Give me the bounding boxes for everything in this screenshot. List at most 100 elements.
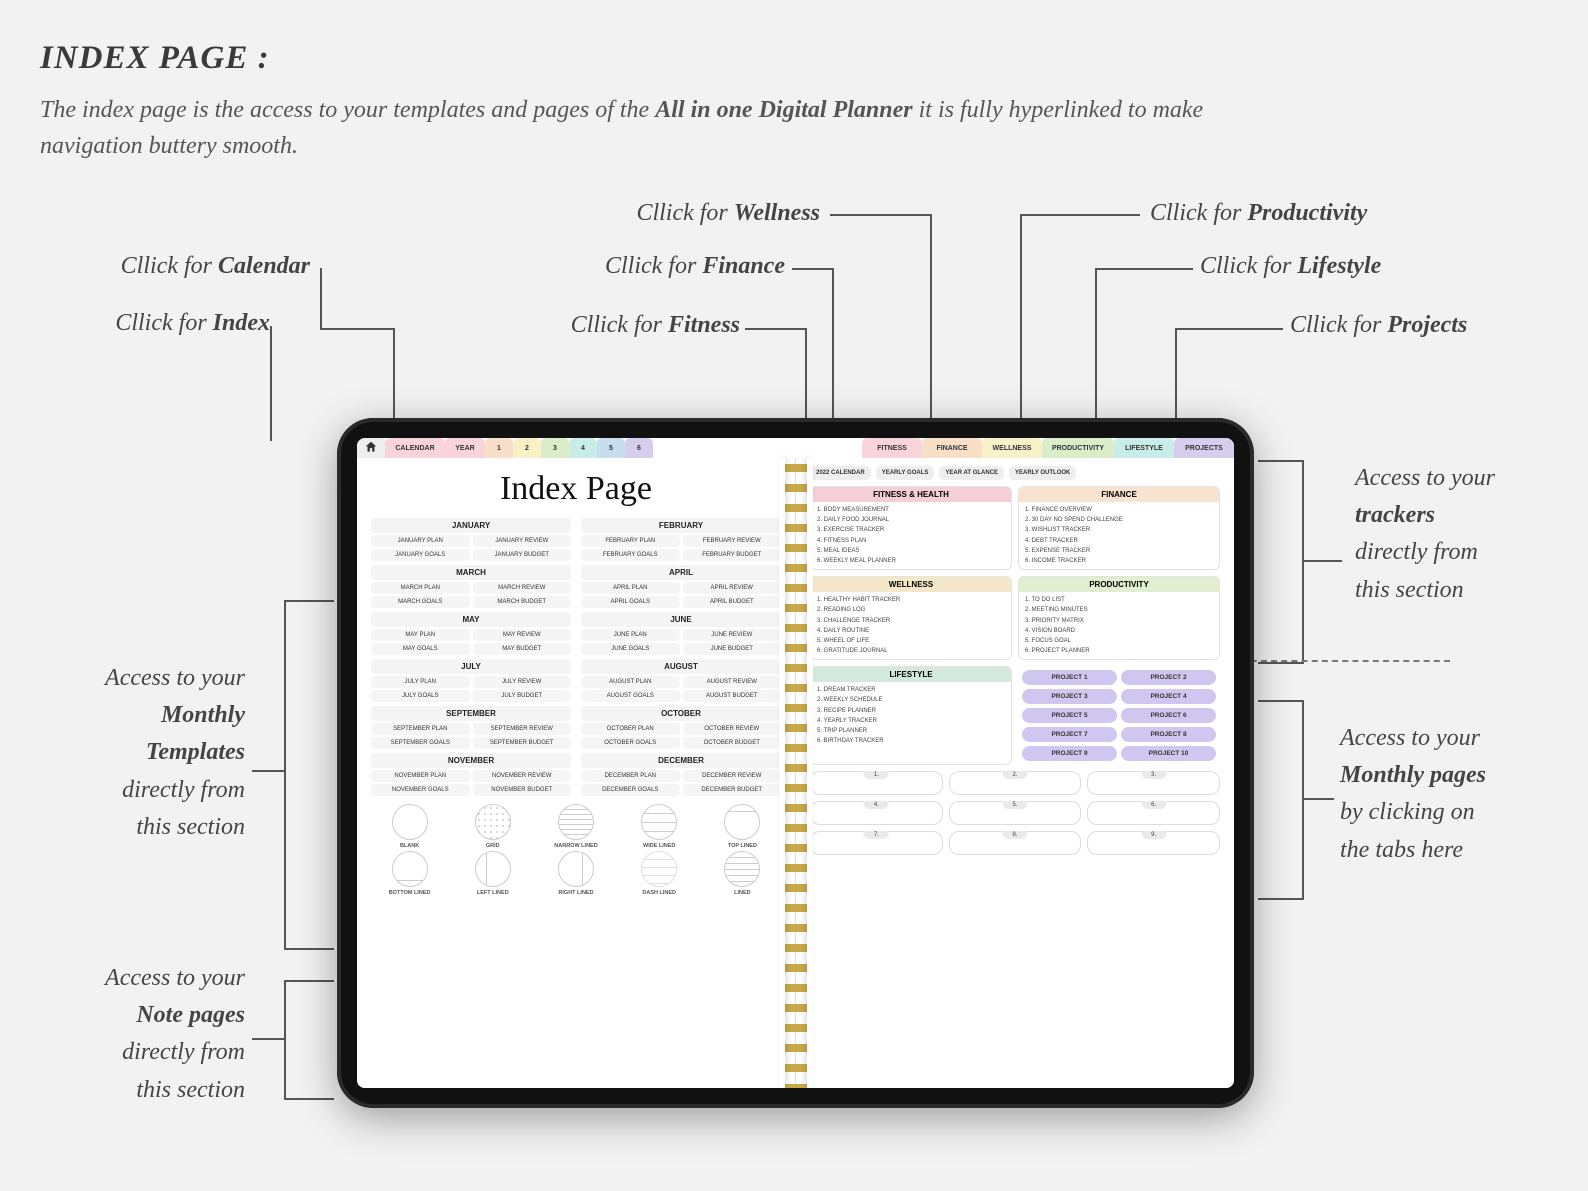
month-goals-button[interactable]: OCTOBER GOALS [581, 737, 680, 749]
tab-5[interactable]: 5 [597, 438, 625, 458]
card-finance[interactable]: FINANCE 1. FINANCE OVERVIEW2. 30 DAY NO … [1018, 486, 1220, 570]
month-header[interactable]: APRIL [581, 565, 781, 580]
tracker-link[interactable]: 1. BODY MEASUREMENT [817, 505, 1005, 515]
tab-fitness[interactable]: FITNESS [862, 438, 922, 458]
tab-1[interactable]: 1 [485, 438, 513, 458]
project-button[interactable]: PROJECT 6 [1121, 708, 1216, 723]
project-button[interactable]: PROJECT 5 [1022, 708, 1117, 723]
pill-year-glance[interactable]: YEAR AT GLANCE [939, 466, 1004, 480]
tracker-link[interactable]: 6. GRATITUDE JOURNAL [817, 646, 1005, 656]
month-goals-button[interactable]: APRIL GOALS [581, 596, 680, 608]
month-goals-button[interactable]: NOVEMBER GOALS [371, 784, 470, 796]
month-review-button[interactable]: FEBRUARY REVIEW [683, 535, 782, 547]
month-header[interactable]: DECEMBER [581, 753, 781, 768]
tracker-link[interactable]: 6. INCOME TRACKER [1025, 556, 1213, 566]
tab-calendar[interactable]: CALENDAR [385, 438, 445, 458]
month-budget-button[interactable]: DECEMBER BUDGET [683, 784, 782, 796]
month-budget-button[interactable]: OCTOBER BUDGET [683, 737, 782, 749]
blank-slot[interactable]: 2. [949, 771, 1082, 795]
tracker-link[interactable]: 4. VISION BOARD [1025, 626, 1213, 636]
tracker-link[interactable]: 4. DAILY ROUTINE [817, 626, 1005, 636]
card-fitness[interactable]: FITNESS & HEALTH 1. BODY MEASUREMENT2. D… [810, 486, 1012, 570]
tracker-link[interactable]: 3. WISHLIST TRACKER [1025, 525, 1213, 535]
tracker-link[interactable]: 5. MEAL IDEAS [817, 546, 1005, 556]
note-template[interactable]: WIDE LINED [621, 804, 698, 849]
tracker-link[interactable]: 6. PROJECT PLANNER [1025, 646, 1213, 656]
month-goals-button[interactable]: MAY GOALS [371, 643, 470, 655]
month-budget-button[interactable]: JANUARY BUDGET [473, 549, 572, 561]
project-button[interactable]: PROJECT 3 [1022, 689, 1117, 704]
month-review-button[interactable]: SEPTEMBER REVIEW [473, 723, 572, 735]
month-header[interactable]: MAY [371, 612, 571, 627]
card-lifestyle[interactable]: LIFESTYLE 1. DREAM TRACKER2. WEEKLY SCHE… [810, 666, 1012, 765]
tracker-link[interactable]: 5. FOCUS GOAL [1025, 636, 1213, 646]
blank-slot[interactable]: 6. [1087, 801, 1220, 825]
project-button[interactable]: PROJECT 8 [1121, 727, 1216, 742]
tab-4[interactable]: 4 [569, 438, 597, 458]
note-template[interactable]: LEFT LINED [454, 851, 531, 896]
month-plan-button[interactable]: JUNE PLAN [581, 629, 680, 641]
month-budget-button[interactable]: MAY BUDGET [473, 643, 572, 655]
tracker-link[interactable]: 2. DAILY FOOD JOURNAL [817, 515, 1005, 525]
blank-slot[interactable]: 4. [810, 801, 943, 825]
tracker-link[interactable]: 5. WHEEL OF LIFE [817, 636, 1005, 646]
tracker-link[interactable]: 6. WEEKLY MEAL PLANNER [817, 556, 1005, 566]
month-review-button[interactable]: MARCH REVIEW [473, 582, 572, 594]
month-goals-button[interactable]: JANUARY GOALS [371, 549, 470, 561]
month-plan-button[interactable]: OCTOBER PLAN [581, 723, 680, 735]
month-header[interactable]: JUNE [581, 612, 781, 627]
month-header[interactable]: NOVEMBER [371, 753, 571, 768]
month-review-button[interactable]: JANUARY REVIEW [473, 535, 572, 547]
month-header[interactable]: JULY [371, 659, 571, 674]
note-template[interactable]: BLANK [371, 804, 448, 849]
month-review-button[interactable]: NOVEMBER REVIEW [473, 770, 572, 782]
month-review-button[interactable]: AUGUST REVIEW [683, 676, 782, 688]
tab-wellness[interactable]: WELLNESS [982, 438, 1042, 458]
project-button[interactable]: PROJECT 1 [1022, 670, 1117, 685]
tracker-link[interactable]: 3. RECIPE PLANNER [817, 706, 1005, 716]
card-wellness[interactable]: WELLNESS 1. HEALTHY HABIT TRACKER2. READ… [810, 576, 1012, 660]
pill-yearly-goals[interactable]: YEARLY GOALS [876, 466, 935, 480]
month-budget-button[interactable]: APRIL BUDGET [683, 596, 782, 608]
tracker-link[interactable]: 1. TO DO LIST [1025, 595, 1213, 605]
pill-yearly-outlook[interactable]: YEARLY OUTLOOK [1009, 466, 1076, 480]
month-review-button[interactable]: DECEMBER REVIEW [683, 770, 782, 782]
month-budget-button[interactable]: NOVEMBER BUDGET [473, 784, 572, 796]
tracker-link[interactable]: 3. CHALLENGE TRACKER [817, 616, 1005, 626]
card-productivity[interactable]: PRODUCTIVITY 1. TO DO LIST2. MEETING MIN… [1018, 576, 1220, 660]
month-goals-button[interactable]: DECEMBER GOALS [581, 784, 680, 796]
month-plan-button[interactable]: AUGUST PLAN [581, 676, 680, 688]
tab-year[interactable]: YEAR [445, 438, 485, 458]
tracker-link[interactable]: 1. HEALTHY HABIT TRACKER [817, 595, 1005, 605]
month-goals-button[interactable]: SEPTEMBER GOALS [371, 737, 470, 749]
month-header[interactable]: JANUARY [371, 518, 571, 533]
tracker-link[interactable]: 4. FITNESS PLAN [817, 536, 1005, 546]
month-goals-button[interactable]: AUGUST GOALS [581, 690, 680, 702]
tab-2[interactable]: 2 [513, 438, 541, 458]
month-budget-button[interactable]: FEBRUARY BUDGET [683, 549, 782, 561]
month-plan-button[interactable]: DECEMBER PLAN [581, 770, 680, 782]
month-header[interactable]: FEBRUARY [581, 518, 781, 533]
month-review-button[interactable]: MAY REVIEW [473, 629, 572, 641]
tracker-link[interactable]: 2. 30 DAY NO SPEND CHALLENGE [1025, 515, 1213, 525]
note-template[interactable]: NARROW LINED [537, 804, 614, 849]
month-review-button[interactable]: JULY REVIEW [473, 676, 572, 688]
note-template[interactable]: TOP LINED [704, 804, 781, 849]
month-budget-button[interactable]: JUNE BUDGET [683, 643, 782, 655]
project-button[interactable]: PROJECT 10 [1121, 746, 1216, 761]
blank-slot[interactable]: 1. [810, 771, 943, 795]
note-template[interactable]: DASH LINED [621, 851, 698, 896]
month-budget-button[interactable]: JULY BUDGET [473, 690, 572, 702]
month-review-button[interactable]: OCTOBER REVIEW [683, 723, 782, 735]
home-tab[interactable] [357, 438, 385, 458]
project-button[interactable]: PROJECT 7 [1022, 727, 1117, 742]
month-plan-button[interactable]: FEBRUARY PLAN [581, 535, 680, 547]
month-plan-button[interactable]: APRIL PLAN [581, 582, 680, 594]
month-goals-button[interactable]: JUNE GOALS [581, 643, 680, 655]
tracker-link[interactable]: 1. DREAM TRACKER [817, 685, 1005, 695]
month-goals-button[interactable]: MARCH GOALS [371, 596, 470, 608]
tab-lifestyle[interactable]: LIFESTYLE [1114, 438, 1174, 458]
note-template[interactable]: BOTTOM LINED [371, 851, 448, 896]
tracker-link[interactable]: 4. YEARLY TRACKER [817, 716, 1005, 726]
tab-6[interactable]: 6 [625, 438, 653, 458]
